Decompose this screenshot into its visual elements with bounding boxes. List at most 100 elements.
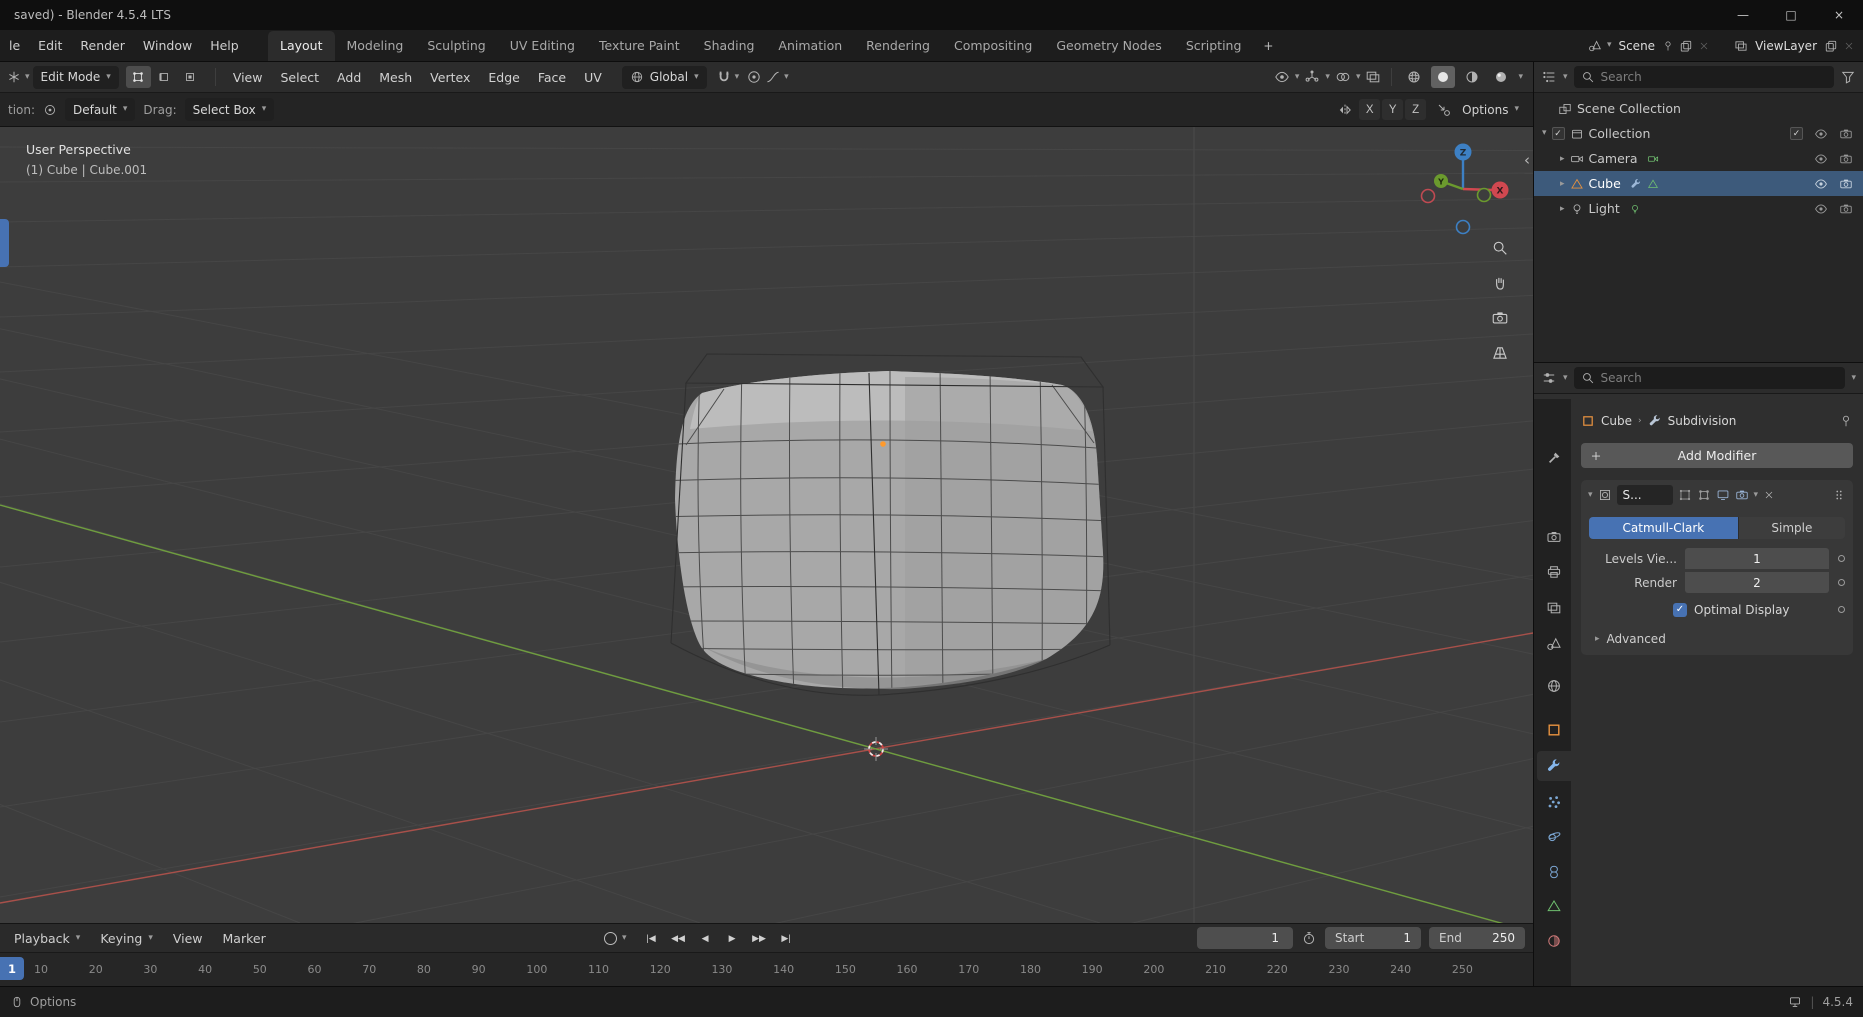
viewport-menu-item[interactable]: View <box>224 70 272 85</box>
snap-magnet-icon[interactable] <box>716 69 732 85</box>
zoom-icon[interactable] <box>1491 239 1509 257</box>
gizmos-icon[interactable] <box>1304 69 1320 85</box>
tab-scene[interactable] <box>1537 629 1571 659</box>
drag-mode-dropdown[interactable]: Select Box ▾ <box>185 98 275 121</box>
navigation-gizmo[interactable]: Z X Y <box>1411 135 1515 243</box>
vertex-select-button[interactable] <box>126 66 151 88</box>
show-in-render-icon[interactable] <box>1735 488 1749 502</box>
outliner-row-light[interactable]: ▸ Light <box>1534 196 1863 221</box>
pan-hand-icon[interactable] <box>1491 274 1509 292</box>
mirror-axis-button[interactable]: X <box>1359 99 1380 120</box>
editor-type-icon[interactable] <box>6 69 22 85</box>
expand-icon[interactable]: ▸ <box>1560 204 1565 214</box>
visibility-eye-icon[interactable] <box>1274 69 1290 85</box>
menu-item[interactable]: le <box>0 38 29 53</box>
tab-world[interactable] <box>1537 671 1571 701</box>
gizmo-minus-x-axis[interactable] <box>1422 190 1435 203</box>
animate-dot-icon[interactable] <box>1838 579 1845 586</box>
viewport-menu-item[interactable]: Vertex <box>421 70 479 85</box>
tab-modifiers[interactable] <box>1537 751 1571 781</box>
advanced-section-toggle[interactable]: ▸ Advanced <box>1589 632 1845 646</box>
delete-modifier-icon[interactable] <box>1763 489 1775 501</box>
disable-render-camera-icon[interactable] <box>1839 177 1853 191</box>
view-layer-icon[interactable] <box>1734 39 1748 53</box>
view-menu[interactable]: View <box>163 931 213 946</box>
show-in-editmode-icon[interactable] <box>1678 488 1692 502</box>
viewport-menu-item[interactable]: Face <box>529 70 575 85</box>
gizmo-minus-z-axis[interactable] <box>1457 221 1470 234</box>
drag-handle-icon[interactable] <box>1832 488 1846 502</box>
tab-view-layer[interactable] <box>1537 593 1571 623</box>
chevron-down-icon[interactable]: ▾ <box>1851 374 1856 383</box>
preset-dropdown[interactable]: Default ▾ <box>65 98 135 121</box>
tab-output[interactable] <box>1537 557 1571 587</box>
object-square-icon[interactable] <box>1581 414 1595 428</box>
shading-rendered-button[interactable] <box>1489 66 1513 88</box>
options-dropdown[interactable]: Options ▾ <box>1462 103 1519 117</box>
viewport-menu-item[interactable]: Mesh <box>370 70 421 85</box>
chevron-down-icon[interactable]: ▾ <box>735 73 740 82</box>
viewport-canvas[interactable]: User Perspective (1) Cube | Cube.001 ‹ Z… <box>0 127 1533 923</box>
mirror-axis-button[interactable]: Y <box>1382 99 1403 120</box>
hide-eye-icon[interactable] <box>1814 177 1828 191</box>
play-reverse-button[interactable]: ◀ <box>693 927 718 949</box>
properties-search[interactable] <box>1574 367 1846 389</box>
tab-object-data[interactable] <box>1537 891 1571 921</box>
face-select-button[interactable] <box>178 66 203 88</box>
workspace-tab[interactable]: Animation <box>766 31 854 61</box>
modifier-wrench-icon[interactable] <box>1630 178 1642 190</box>
chevron-down-icon[interactable]: ▾ <box>1356 73 1361 82</box>
chevron-down-icon[interactable]: ▾ <box>1563 73 1568 82</box>
properties-editor-icon[interactable] <box>1541 370 1557 386</box>
delete-scene-icon[interactable] <box>1698 40 1710 52</box>
gizmo-minus-y-axis[interactable] <box>1478 189 1491 202</box>
animate-dot-icon[interactable] <box>1838 555 1845 562</box>
workspace-tab[interactable]: Geometry Nodes <box>1044 31 1173 61</box>
outliner-row-scene-collection[interactable]: Scene Collection <box>1534 96 1863 121</box>
scene-icon[interactable] <box>1588 39 1602 53</box>
add-workspace-button[interactable]: + <box>1253 32 1283 61</box>
workspace-tab[interactable]: Compositing <box>942 31 1044 61</box>
shading-solid-button[interactable] <box>1431 66 1455 88</box>
menu-item[interactable]: Edit <box>29 38 71 53</box>
exclude-checkbox[interactable]: ✓ <box>1790 127 1803 140</box>
workspace-tab[interactable]: Scripting <box>1174 31 1254 61</box>
breadcrumb-modifier[interactable]: Subdivision <box>1668 414 1737 428</box>
view-layer-name[interactable]: ViewLayer <box>1753 39 1819 53</box>
next-keyframe-button[interactable]: ▶▶ <box>747 927 772 949</box>
new-scene-icon[interactable] <box>1679 39 1693 53</box>
keying-menu[interactable]: Keying▾ <box>90 931 163 946</box>
disable-render-camera-icon[interactable] <box>1839 202 1853 216</box>
hide-eye-icon[interactable] <box>1814 127 1828 141</box>
perspective-toggle-icon[interactable] <box>1491 344 1509 362</box>
falloff-curve-icon[interactable] <box>765 69 781 85</box>
menu-item[interactable]: Help <box>201 38 248 53</box>
show-on-cage-icon[interactable] <box>1697 488 1711 502</box>
levels-render-field[interactable]: 2 <box>1685 572 1829 593</box>
workspace-tab[interactable]: Modeling <box>335 31 416 61</box>
cube-mesh[interactable] <box>656 354 1112 702</box>
chevron-down-icon[interactable]: ▾ <box>25 73 30 82</box>
maximize-button[interactable]: □ <box>1767 0 1815 30</box>
tab-physics[interactable] <box>1537 821 1571 851</box>
filter-icon[interactable] <box>1840 69 1856 85</box>
mirror-axis-button[interactable]: Z <box>1405 99 1426 120</box>
tab-object[interactable] <box>1537 715 1571 745</box>
marker-menu[interactable]: Marker <box>213 931 276 946</box>
end-frame-field[interactable]: End 250 <box>1429 927 1525 949</box>
active-tool-indicator[interactable] <box>0 219 9 267</box>
pin-icon[interactable] <box>1839 414 1853 428</box>
levels-viewport-field[interactable]: 1 <box>1685 548 1829 569</box>
workspace-tab[interactable]: Rendering <box>854 31 942 61</box>
xray-toggle-icon[interactable] <box>1365 69 1381 85</box>
expand-icon[interactable]: ▸ <box>1560 154 1565 164</box>
wrench-icon[interactable] <box>1648 414 1662 428</box>
shading-wireframe-button[interactable] <box>1402 66 1426 88</box>
delete-view-layer-icon[interactable] <box>1843 40 1855 52</box>
workspace-tab[interactable]: Layout <box>268 31 335 61</box>
animate-dot-icon[interactable] <box>1838 606 1845 613</box>
scene-name[interactable]: Scene <box>1616 39 1657 53</box>
hide-eye-icon[interactable] <box>1814 152 1828 166</box>
auto-keying-toggle[interactable]: ▾ <box>604 932 627 945</box>
overlays-icon[interactable] <box>1335 69 1351 85</box>
